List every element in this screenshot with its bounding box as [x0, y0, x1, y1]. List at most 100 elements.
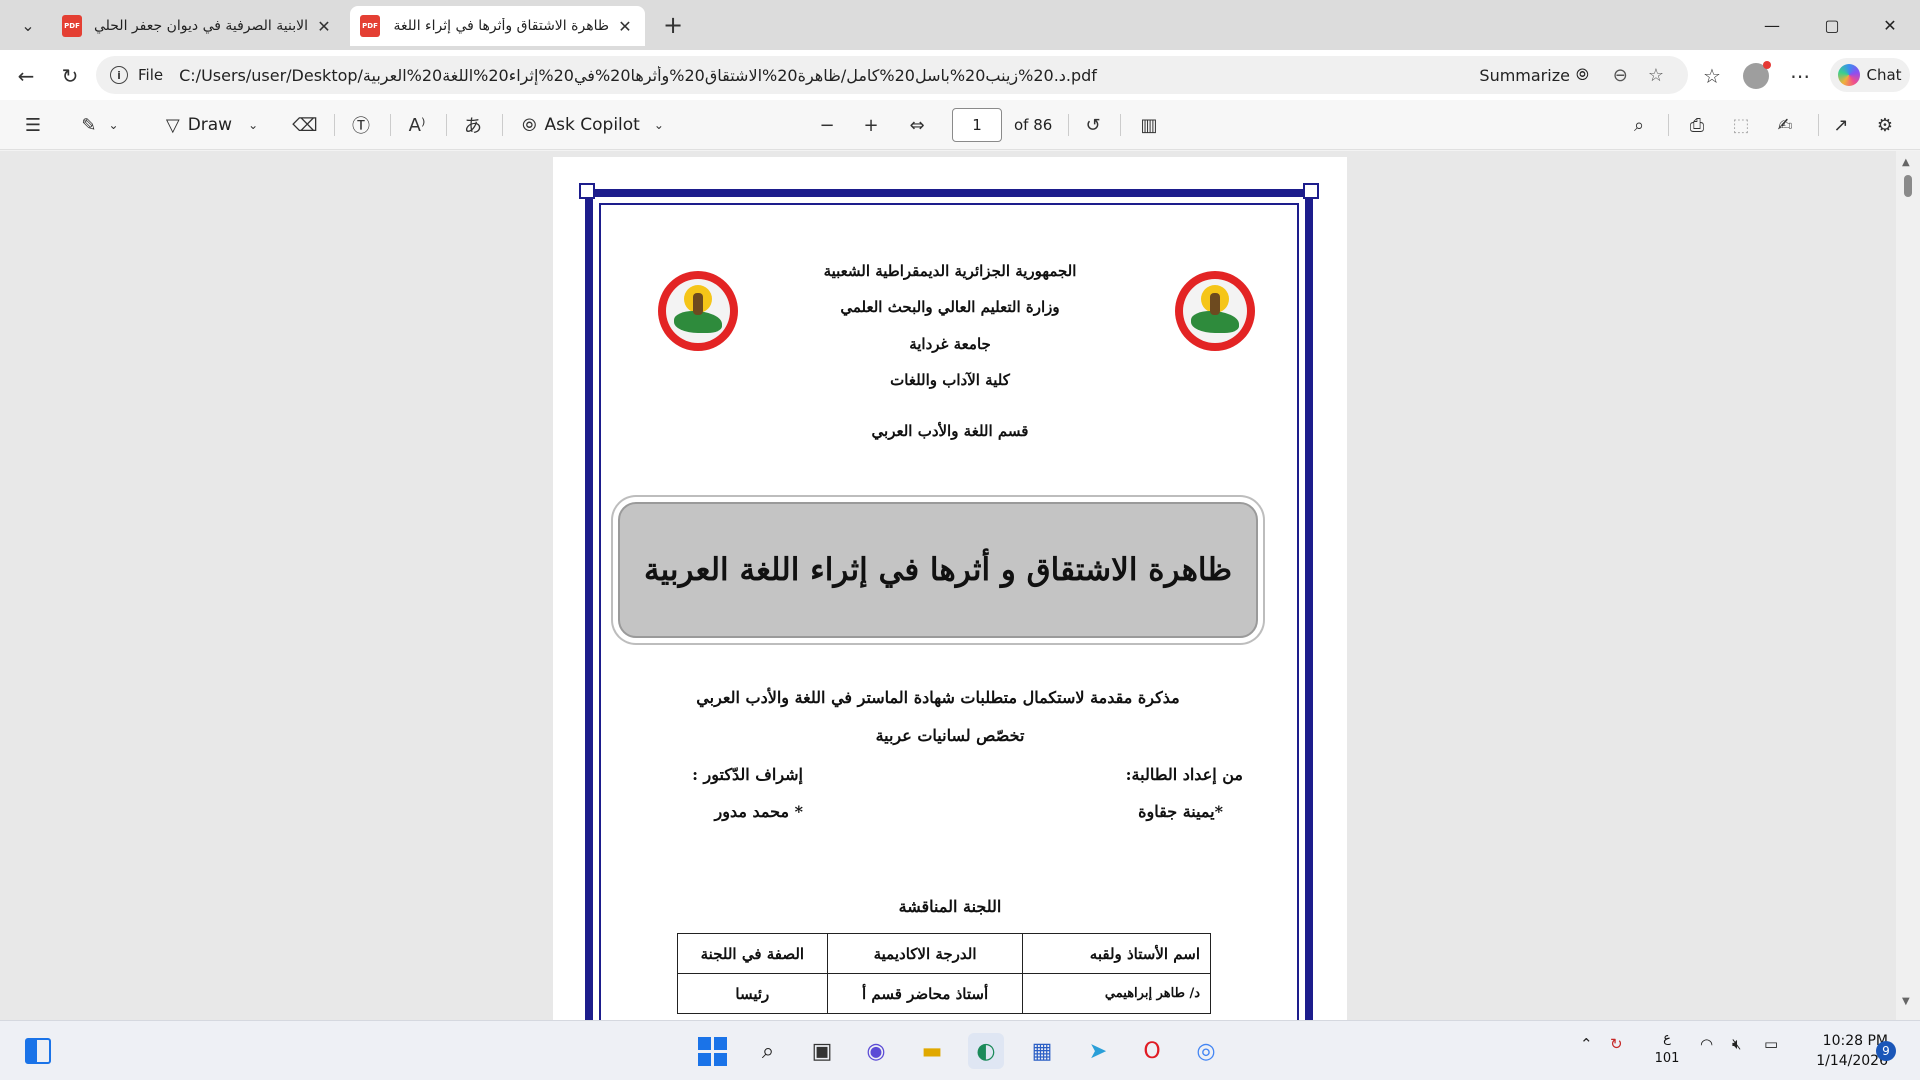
- chevron-down-icon: ⌄: [248, 118, 259, 132]
- table-cell: د/ طاهر إبراهيمي: [1022, 973, 1211, 1014]
- widgets-icon[interactable]: [20, 1033, 56, 1069]
- search-icon[interactable]: ⌕: [1624, 110, 1654, 140]
- date: 1/14/2026: [1816, 1053, 1888, 1069]
- eraser-icon[interactable]: ⌫: [290, 110, 320, 140]
- rotate-icon[interactable]: ↺: [1078, 110, 1108, 140]
- refresh-icon[interactable]: ↻: [54, 60, 86, 92]
- battery-icon[interactable]: ▭: [1764, 1035, 1778, 1053]
- page-view-icon[interactable]: ▥: [1132, 110, 1166, 140]
- draw-label: Draw: [187, 115, 233, 135]
- specialization: تخصّص لسانيات عربية: [875, 726, 1025, 745]
- copilot-chat-button[interactable]: Chat: [1830, 58, 1910, 92]
- fit-to-width-icon[interactable]: ⇔: [900, 110, 934, 140]
- add-text-icon[interactable]: Ⓣ: [346, 110, 376, 140]
- prepared-by-label: من إعداد الطالبة:: [1125, 765, 1243, 784]
- print-icon[interactable]: ⎙: [1680, 110, 1714, 140]
- read-aloud-icon[interactable]: A⁾: [402, 110, 432, 140]
- vertical-scrollbar[interactable]: ▲ ▼: [1896, 151, 1920, 1020]
- tab-actions-menu-icon[interactable]: ⌄: [10, 8, 46, 42]
- maximize-button[interactable]: ▢: [1812, 10, 1852, 40]
- settings-gear-icon[interactable]: ⚙: [1870, 110, 1900, 140]
- page-number-input[interactable]: 1: [952, 108, 1002, 142]
- address-bar[interactable]: i File C:/Users/user/Desktop/د.20%زينب20…: [96, 56, 1688, 94]
- close-tab-icon[interactable]: ✕: [615, 17, 635, 36]
- more-options-icon[interactable]: ⋯: [1784, 60, 1816, 92]
- table-header-cell: الصفة في اللجنة: [677, 933, 828, 974]
- tab-strip: ⌄ PDF الابنية الصرفية في ديوان جعفر الحل…: [0, 0, 1920, 50]
- sync-icon[interactable]: ↻: [1610, 1035, 1623, 1053]
- highlight-button[interactable]: ✎ ⌄: [72, 110, 128, 140]
- toolbar-divider: [502, 114, 503, 136]
- toolbar-divider: [1120, 114, 1121, 136]
- start-windows-icon[interactable]: [694, 1033, 730, 1069]
- frame-corner-ornament: [1303, 183, 1319, 199]
- minimize-button[interactable]: —: [1752, 10, 1792, 40]
- teams-chat-icon[interactable]: ◉: [858, 1033, 894, 1069]
- student-name: *يمينة جقاوة: [1138, 802, 1223, 821]
- favorite-star-icon[interactable]: ☆: [1648, 65, 1664, 86]
- notification-badge[interactable]: 9: [1876, 1041, 1896, 1061]
- copilot-small-icon: ⦾: [1575, 65, 1589, 84]
- ask-copilot-label: Ask Copilot: [544, 115, 640, 135]
- address-bar-row: ← ↻ i File C:/Users/user/Desktop/د.20%زي…: [0, 50, 1920, 100]
- toolbar-divider: [334, 114, 335, 136]
- chrome-icon[interactable]: ◎: [1188, 1033, 1224, 1069]
- url-text[interactable]: C:/Users/user/Desktop/د.20%زينب20%باسل20…: [179, 66, 1479, 85]
- ask-copilot-button[interactable]: ⦾ Ask Copilot ⌄: [518, 110, 668, 140]
- zoom-out-button[interactable]: −: [812, 110, 842, 140]
- file-explorer-icon[interactable]: ▬: [914, 1033, 950, 1069]
- profile-button[interactable]: [1740, 60, 1772, 92]
- language-indicator[interactable]: ع 101: [1652, 1029, 1682, 1069]
- contents-list-icon[interactable]: ☰: [18, 110, 48, 140]
- committee-title: اللجنة المناقشة: [898, 897, 1002, 916]
- task-view-icon[interactable]: ▣: [804, 1033, 840, 1069]
- close-tab-icon[interactable]: ✕: [314, 17, 334, 36]
- table-cell: أستاذ محاضر قسم أ: [826, 973, 1024, 1014]
- supervisor-name: * محمد مدور: [714, 802, 803, 821]
- tab-pdf-1[interactable]: PDF الابنية الصرفية في ديوان جعفر الحلي …: [52, 6, 344, 46]
- zoom-in-button[interactable]: +: [856, 110, 886, 140]
- clock[interactable]: 10:28 PM 1/14/2026: [1798, 1031, 1888, 1071]
- show-hidden-icons-chevron-icon[interactable]: ⌃: [1580, 1035, 1593, 1053]
- fullscreen-icon[interactable]: ↗: [1826, 110, 1856, 140]
- save-icon[interactable]: ⬚: [1726, 110, 1756, 140]
- summarize-label: Summarize: [1479, 65, 1570, 85]
- summarize-button[interactable]: Summarize ⦾: [1479, 65, 1588, 85]
- scroll-up-arrow-icon[interactable]: ▲: [1902, 157, 1910, 168]
- pdf-viewer[interactable]: الجمهورية الجزائرية الديمقراطية الشعبية …: [0, 151, 1920, 1020]
- back-arrow-icon[interactable]: ←: [10, 60, 42, 92]
- scrollbar-thumb[interactable]: [1904, 175, 1912, 197]
- toolbar-divider: [390, 114, 391, 136]
- wifi-icon[interactable]: ◠: [1700, 1035, 1713, 1053]
- new-tab-button[interactable]: +: [658, 10, 688, 40]
- translate-icon[interactable]: あ: [458, 110, 488, 140]
- microsoft-store-icon[interactable]: ▦: [1024, 1033, 1060, 1069]
- zoom-out-icon[interactable]: ⊖: [1613, 65, 1628, 86]
- tab-pdf-2[interactable]: PDF ظاهرة الاشتقاق وأثرها في إثراء اللغة…: [350, 6, 645, 46]
- draw-pen-icon: ▽: [165, 114, 180, 136]
- draw-button[interactable]: ▽ Draw ⌄: [156, 110, 268, 140]
- info-icon[interactable]: i: [110, 66, 128, 84]
- save-as-icon[interactable]: ✍: [1770, 110, 1800, 140]
- chevron-down-icon: ⌄: [653, 118, 664, 132]
- pdf-page: الجمهورية الجزائرية الديمقراطية الشعبية …: [553, 157, 1347, 1020]
- tab-title: الابنية الصرفية في ديوان جعفر الحلي: [93, 18, 308, 34]
- telegram-icon[interactable]: ➤: [1080, 1033, 1116, 1069]
- toolbar-divider: [1068, 114, 1069, 136]
- faculty-name: كلية الآداب واللغات: [890, 371, 1010, 389]
- search-icon[interactable]: ⌕: [750, 1033, 786, 1069]
- keyboard-layout: 101: [1654, 1051, 1680, 1066]
- taskbar: ⌕ ▣ ◉ ▬ ◐ ▦ ➤ O ◎ ⌃ ↻ ع 101 ◠ 🔇︎ ▭ 10:28…: [0, 1020, 1920, 1080]
- table-header-row: اسم الأستاذ ولقبه الدرجة الاكاديمية الصف…: [677, 933, 1211, 974]
- volume-muted-icon[interactable]: 🔇︎: [1732, 1035, 1741, 1053]
- toolbar-divider: [446, 114, 447, 136]
- scroll-down-arrow-icon[interactable]: ▼: [1902, 996, 1910, 1007]
- close-window-button[interactable]: ✕: [1870, 10, 1910, 40]
- favorites-icon[interactable]: ☆: [1696, 60, 1728, 92]
- thesis-purpose: مذكرة مقدمة لاستكمال متطلبات شهادة الماس…: [696, 688, 1180, 707]
- opera-icon[interactable]: O: [1134, 1033, 1170, 1069]
- toolbar-divider: [1668, 114, 1669, 136]
- republic-name: الجمهورية الجزائرية الديمقراطية الشعبية: [823, 262, 1077, 280]
- tab-title: ظاهرة الاشتقاق وأثرها في إثراء اللغة: [393, 18, 609, 34]
- edge-browser-icon[interactable]: ◐: [968, 1033, 1004, 1069]
